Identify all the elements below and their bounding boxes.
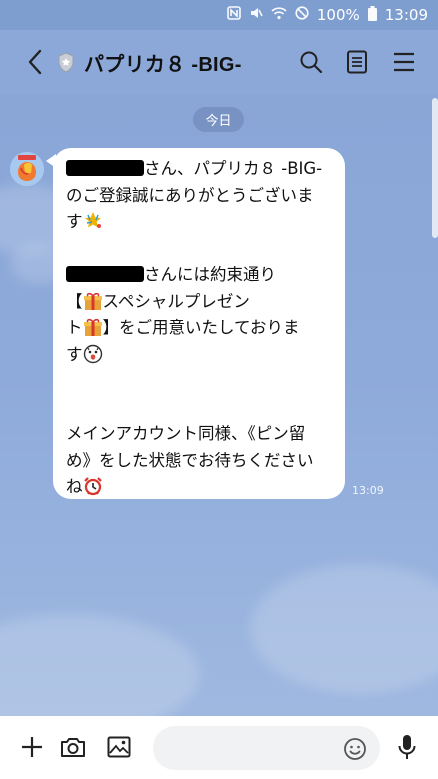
gift-emoji-icon [83, 318, 102, 336]
search-button[interactable] [295, 46, 327, 78]
notes-icon [347, 50, 367, 74]
message-line: メインアカウント同様、《ピン留 [66, 424, 306, 443]
notes-button[interactable] [341, 46, 373, 78]
status-time: 13:09 [384, 6, 428, 24]
emoji-button[interactable] [342, 736, 368, 762]
character-face-emoji-icon [83, 344, 102, 363]
do-not-disturb-icon [295, 6, 309, 24]
gift-emoji-icon [83, 292, 102, 310]
message-line: ね [66, 474, 335, 501]
shield-icon [56, 51, 76, 73]
alarm-clock-emoji-icon [83, 477, 102, 496]
back-button[interactable] [20, 44, 50, 80]
composer-bar [0, 716, 438, 779]
wifi-icon [271, 6, 287, 24]
menu-button[interactable] [388, 46, 420, 78]
message-bubble[interactable]: さん、パプリカ８ -BIG- のご登録誠にありがとうございま す さんには約束通… [53, 148, 345, 499]
camera-button[interactable] [58, 732, 88, 762]
image-icon [107, 736, 131, 758]
back-arrow-icon [28, 49, 42, 75]
menu-icon [394, 52, 414, 72]
camera-icon [61, 738, 85, 757]
message-line: のご登録誠にありがとうございま [66, 185, 314, 205]
nfc-icon [227, 6, 241, 24]
status-bar: 100% 13:09 [0, 0, 438, 30]
cloud-decoration [250, 564, 438, 694]
add-button[interactable] [17, 732, 47, 762]
message-line: さん、パプリカ８ -BIG- [66, 156, 335, 183]
battery-icon [367, 5, 377, 25]
battery-percent: 100% [316, 6, 360, 24]
image-button[interactable] [104, 732, 134, 762]
chat-header: パプリカ８ -BIG- [0, 30, 438, 94]
chat-title-area[interactable]: パプリカ８ -BIG- [56, 30, 242, 94]
date-separator: 今日 [193, 107, 244, 132]
plus-icon [22, 737, 42, 757]
message-line: す [66, 342, 335, 369]
chat-area[interactable]: 今日 さん、パプリカ８ -BIG- のご登録誠にありがとうございま す さんには… [0, 94, 438, 716]
microphone-icon [398, 735, 416, 759]
scrollbar[interactable] [432, 98, 438, 238]
mute-icon [249, 6, 263, 24]
chat-title: パプリカ８ -BIG- [84, 53, 242, 76]
search-icon [300, 51, 323, 74]
message-line: す [66, 209, 335, 236]
sparkle-star-emoji-icon [84, 212, 101, 228]
message-line: 【スペシャルプレゼン [66, 291, 250, 311]
message-time: 13:09 [352, 484, 384, 497]
redacted-name [66, 160, 144, 176]
voice-button[interactable] [392, 732, 422, 762]
redacted-name [66, 266, 144, 282]
message-line: め》をした状態でお待ちください [66, 450, 314, 470]
avatar[interactable] [10, 152, 44, 186]
message-line: ト】をご用意いたしておりま [66, 318, 300, 337]
emoji-icon [344, 738, 366, 760]
message-line: さんには約束通り [66, 262, 335, 289]
cloud-decoration [0, 614, 200, 716]
